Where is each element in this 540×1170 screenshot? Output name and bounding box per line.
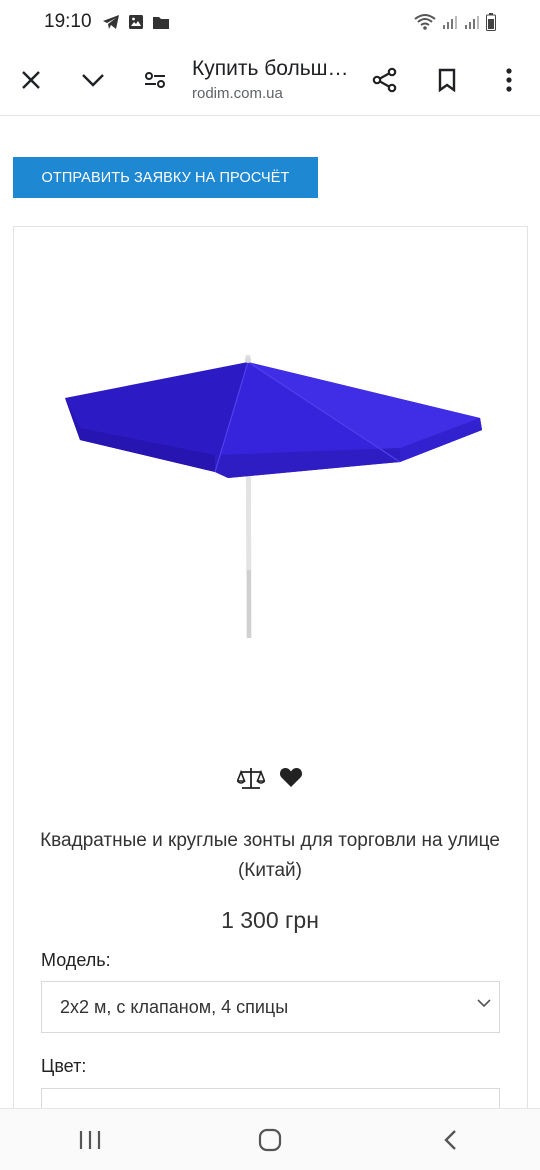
status-bar: 19:10 <box>0 0 540 44</box>
status-time: 19:10 <box>44 11 92 32</box>
more-vert-icon <box>506 67 512 92</box>
folder-icon <box>152 16 169 29</box>
home-button[interactable] <box>240 1115 300 1165</box>
color-label: Цвет: <box>41 1056 87 1076</box>
bookmark-button[interactable] <box>416 49 478 111</box>
product-actions <box>0 766 540 792</box>
product-price: 1 300 грн <box>221 907 319 933</box>
site-settings-button[interactable] <box>124 49 186 111</box>
model-select[interactable]: 2х2 м, с клапаном, 4 спицы <box>41 981 500 1033</box>
gallery-icon <box>128 15 143 29</box>
site-settings-icon <box>145 71 165 88</box>
recent-apps-icon <box>79 1130 101 1149</box>
chevron-down-icon <box>82 73 104 87</box>
telegram-icon <box>102 15 119 29</box>
chevron-down-icon <box>477 999 491 1008</box>
scales-icon[interactable] <box>237 766 265 792</box>
bookmark-icon <box>438 68 456 92</box>
wifi-icon <box>414 14 436 30</box>
more-options-button[interactable] <box>478 49 540 111</box>
signal-icon <box>443 16 457 29</box>
share-icon <box>372 67 397 92</box>
color-select[interactable] <box>41 1088 500 1108</box>
page-title-area[interactable]: Купить большо... rodim.com.ua <box>186 57 354 102</box>
close-icon <box>22 70 40 89</box>
heart-icon[interactable] <box>279 766 303 788</box>
share-button[interactable] <box>354 49 416 111</box>
battery-icon <box>486 13 496 31</box>
request-quote-button[interactable]: ОТПРАВИТЬ ЗАЯВКУ НА ПРОСЧЁТ <box>13 157 318 198</box>
model-select-value: 2х2 м, с клапаном, 4 спицы <box>60 996 289 1017</box>
collapse-button[interactable] <box>62 49 124 111</box>
model-label: Модель: <box>41 950 111 970</box>
system-nav-bar <box>0 1108 540 1170</box>
back-icon <box>444 1129 456 1150</box>
home-icon <box>258 1128 282 1151</box>
page-title: Купить большо... <box>192 57 354 80</box>
product-image[interactable] <box>20 240 520 740</box>
recent-apps-button[interactable] <box>60 1115 120 1165</box>
close-button[interactable] <box>0 49 62 111</box>
signal-2-icon <box>465 16 479 29</box>
back-button[interactable] <box>420 1115 480 1165</box>
browser-toolbar: Купить большо... rodim.com.ua <box>0 44 540 116</box>
product-title: Квадратные и круглые зонты для торговли … <box>40 830 500 881</box>
page-url: rodim.com.ua <box>192 85 283 102</box>
